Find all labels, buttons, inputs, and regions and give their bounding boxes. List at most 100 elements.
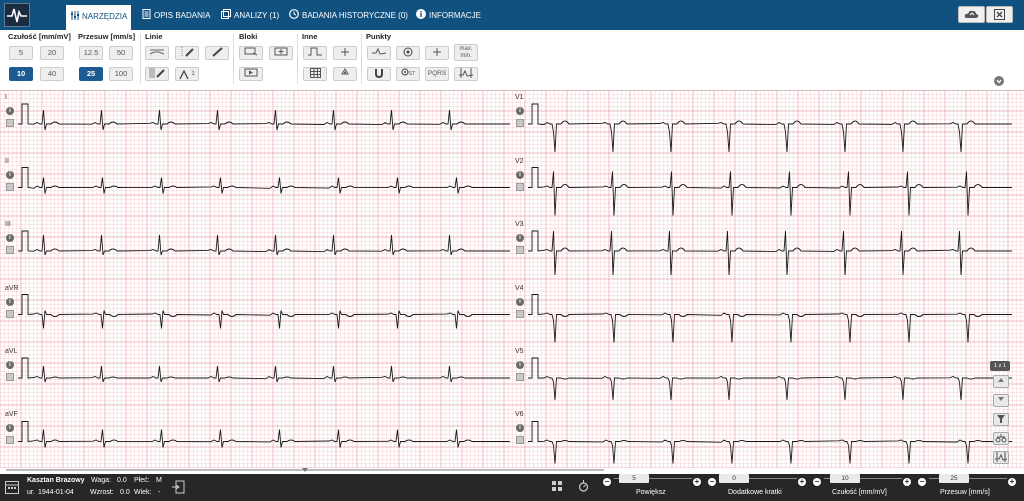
recycle-button[interactable] (333, 67, 357, 81)
interval-measure-button[interactable] (454, 67, 478, 81)
lines-group-label: Linie (145, 32, 163, 41)
speed-decrease-button[interactable]: − (918, 478, 926, 486)
ecg-trace-II (18, 167, 510, 194)
draw-vertical-line-button[interactable] (175, 46, 199, 60)
point-crosshair-button[interactable] (425, 46, 449, 60)
point-target-button[interactable] (396, 46, 420, 60)
pulse-icon (308, 47, 322, 56)
lead-toggle-checkbox[interactable] (516, 310, 524, 318)
grid-view-icon[interactable] (552, 481, 562, 491)
info-icon[interactable]: i (6, 107, 14, 115)
lead-toggle-checkbox[interactable] (6, 436, 14, 444)
block-add-button[interactable] (269, 46, 293, 60)
lead-label-II: II (5, 158, 9, 165)
tab-badania-historyczne[interactable]: BADANIA HISTORYCZNE (0) (289, 6, 408, 26)
page-down-button[interactable] (993, 394, 1009, 407)
lead-toggle-checkbox[interactable] (516, 119, 524, 127)
grid-icon (309, 68, 321, 78)
stopwatch-icon[interactable] (578, 480, 589, 492)
calibration-pulse-button[interactable] (303, 46, 327, 60)
info-icon[interactable]: i (6, 298, 14, 306)
lead-toggle-checkbox[interactable] (516, 246, 524, 254)
weight-value: 0.0 (117, 477, 127, 484)
target-icon (401, 68, 409, 76)
speed-option-25[interactable]: 25 (79, 67, 103, 81)
compare-button[interactable] (993, 432, 1009, 445)
block-select-button[interactable] (239, 46, 263, 60)
extra-grid-slider-value[interactable]: 0 (719, 474, 749, 483)
zoom-increase-button[interactable]: + (693, 478, 701, 486)
info-icon[interactable]: i (516, 171, 524, 179)
page-up-button[interactable] (993, 375, 1009, 388)
lead-toggle-checkbox[interactable] (516, 183, 524, 191)
sensitivity-label: Czułość [mm/mV] (832, 489, 887, 496)
extra-grid-decrease-button[interactable]: − (708, 478, 716, 486)
info-icon[interactable]: i (6, 424, 14, 432)
info-icon[interactable]: i (516, 234, 524, 242)
ecg-trace-III (18, 230, 510, 256)
sensitivity-option-5[interactable]: 5 (9, 46, 33, 60)
draw-line-button[interactable] (205, 46, 229, 60)
points-wave-button[interactable] (367, 46, 391, 60)
sensitivity-option-10[interactable]: 10 (9, 67, 33, 81)
baseline-tool-button[interactable] (145, 46, 169, 60)
lead-toggle-checkbox[interactable] (6, 373, 14, 381)
close-icon (994, 9, 1005, 20)
speed-increase-button[interactable]: + (1008, 478, 1016, 486)
lead-toggle-checkbox[interactable] (516, 436, 524, 444)
block-move-button[interactable] (239, 67, 263, 81)
export-icon[interactable] (171, 480, 185, 494)
info-icon[interactable]: i (6, 361, 14, 369)
upload-button[interactable] (958, 6, 985, 23)
speed-option-50[interactable]: 50 (109, 46, 133, 60)
baseline-icon (149, 49, 165, 55)
info-icon[interactable]: i (516, 424, 524, 432)
sensitivity-option-20[interactable]: 20 (40, 46, 64, 60)
collapse-toolbar-button[interactable] (994, 76, 1004, 86)
info-icon[interactable]: i (516, 298, 524, 306)
info-icon[interactable]: i (6, 234, 14, 242)
close-button[interactable] (986, 6, 1013, 23)
info-icon[interactable]: i (516, 107, 524, 115)
tab-informacje[interactable]: INFORMACJE (416, 6, 481, 26)
sensitivity-increase-button[interactable]: + (903, 478, 911, 486)
speed-option-100[interactable]: 100 (109, 67, 133, 81)
lead-toggle-checkbox[interactable] (6, 119, 14, 127)
compare-icon (995, 434, 1007, 443)
block-add-icon (274, 47, 288, 56)
tab-narzedzia[interactable]: NARZĘDZIA (66, 5, 132, 30)
tab-opis-badania[interactable]: OPIS BADANIA (142, 6, 210, 26)
grid-major (0, 89, 1024, 469)
draw-multi-line-button[interactable] (145, 67, 169, 81)
sensitivity-option-40[interactable]: 40 (40, 67, 64, 81)
speed-label: Przesuw [mm/s] (940, 489, 990, 496)
lead-toggle-checkbox[interactable] (6, 246, 14, 254)
lead-toggle-checkbox[interactable] (516, 373, 524, 381)
speed-slider-value[interactable]: 25 (939, 474, 969, 483)
extra-grid-increase-button[interactable]: + (798, 478, 806, 486)
grid-button[interactable] (303, 67, 327, 81)
st-point-button[interactable]: ST (396, 67, 420, 81)
crosshair-button[interactable] (333, 46, 357, 60)
ecg-chart-area[interactable] (0, 89, 1024, 469)
sensitivity-decrease-button[interactable]: − (813, 478, 821, 486)
pqrs-button[interactable]: PQRS (425, 67, 449, 81)
sensitivity-slider-value[interactable]: 10 (830, 474, 860, 483)
lead-label-V4: V4 (515, 285, 524, 292)
lead-toggle-checkbox[interactable] (6, 310, 14, 318)
filter-icon (997, 415, 1005, 423)
speed-option-12-5[interactable]: 12.5 (79, 46, 103, 60)
zoom-decrease-button[interactable]: − (603, 478, 611, 486)
angle-tool-button[interactable]: 1 (175, 67, 199, 81)
info-icon[interactable]: i (6, 171, 14, 179)
tab-label: BADANIA HISTORYCZNE (0) (302, 11, 408, 20)
max-min-button[interactable]: max. min. (454, 44, 478, 61)
info-icon[interactable]: i (516, 361, 524, 369)
filter-button[interactable] (993, 413, 1009, 426)
lead-toggle-checkbox[interactable] (6, 183, 14, 191)
zoom-slider-value[interactable]: 5 (619, 474, 649, 483)
magnet-button[interactable] (367, 67, 391, 81)
birth-value: 1944-01-04 (38, 489, 74, 496)
measure-interval-button[interactable] (993, 451, 1009, 464)
tab-analizy[interactable]: ANALIZY (1) (221, 6, 279, 26)
